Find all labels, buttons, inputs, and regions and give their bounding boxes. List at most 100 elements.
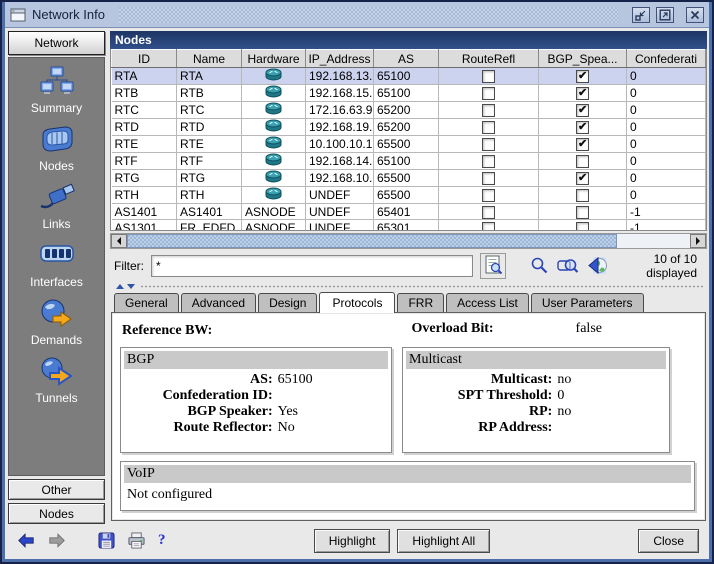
cell-confederation[interactable]: 0 — [627, 119, 706, 136]
cell-name[interactable]: RTA — [177, 68, 242, 85]
back-button[interactable] — [17, 533, 35, 548]
cell-confederation[interactable]: 0 — [627, 170, 706, 187]
sidebar-item-links[interactable]: Links — [9, 182, 104, 233]
filter-input[interactable] — [151, 255, 473, 277]
cell-as[interactable]: 65200 — [374, 102, 439, 119]
split-divider[interactable] — [110, 282, 707, 291]
tab-general[interactable]: General — [114, 293, 179, 312]
checkbox-unchecked-icon[interactable] — [576, 189, 589, 202]
tab-frr[interactable]: FRR — [397, 293, 444, 312]
table-row[interactable]: RTDRTD 192.168.19...652000 — [112, 119, 706, 136]
cell-ip-address[interactable]: UNDEF — [306, 204, 374, 220]
column-header-hardware[interactable]: Hardware — [242, 50, 306, 68]
cell-ip-address[interactable]: 192.168.15... — [306, 85, 374, 102]
cell-confederation[interactable]: -1 — [627, 220, 706, 232]
scroll-left-button[interactable] — [111, 234, 127, 248]
cell-as[interactable]: 65100 — [374, 68, 439, 85]
checkbox-unchecked-icon[interactable] — [482, 155, 495, 168]
cell-hardware[interactable] — [242, 153, 306, 170]
checkbox-unchecked-icon[interactable] — [576, 155, 589, 168]
cell-hardware[interactable]: ASNODE — [242, 204, 306, 220]
checkbox-checked-icon[interactable] — [576, 172, 589, 185]
cell-route-refl[interactable] — [439, 187, 539, 204]
checkbox-checked-icon[interactable] — [576, 104, 589, 117]
cell-route-refl[interactable] — [439, 68, 539, 85]
sidebar-item-tunnels[interactable]: Tunnels — [9, 356, 104, 407]
cell-id[interactable]: RTF — [112, 153, 177, 170]
cell-hardware[interactable] — [242, 102, 306, 119]
column-header-confederation[interactable]: Confederati — [627, 50, 706, 68]
table-row[interactable]: RTGRTG 192.168.10...655000 — [112, 170, 706, 187]
cell-bgp-speaker[interactable] — [539, 170, 627, 187]
cell-name[interactable]: RTC — [177, 102, 242, 119]
cell-name[interactable]: RTD — [177, 119, 242, 136]
nodes-view-button[interactable]: Nodes — [8, 503, 105, 524]
checkbox-unchecked-icon[interactable] — [576, 222, 589, 231]
cell-name[interactable]: RTF — [177, 153, 242, 170]
cell-confederation[interactable]: 0 — [627, 102, 706, 119]
cell-ip-address[interactable]: UNDEF — [306, 187, 374, 204]
cell-hardware[interactable] — [242, 187, 306, 204]
cell-ip-address[interactable]: 172.16.63.9... — [306, 102, 374, 119]
cell-hardware[interactable] — [242, 136, 306, 153]
cell-bgp-speaker[interactable] — [539, 85, 627, 102]
print-button[interactable] — [128, 532, 145, 549]
cell-route-refl[interactable] — [439, 170, 539, 187]
cell-bgp-speaker[interactable] — [539, 68, 627, 85]
cell-confederation[interactable]: 0 — [627, 68, 706, 85]
cell-name[interactable]: RTB — [177, 85, 242, 102]
cell-id[interactable]: RTH — [112, 187, 177, 204]
cell-route-refl[interactable] — [439, 119, 539, 136]
cell-as[interactable]: 65100 — [374, 153, 439, 170]
cell-confederation[interactable]: 0 — [627, 187, 706, 204]
cell-name[interactable]: RTE — [177, 136, 242, 153]
cell-name[interactable]: RTG — [177, 170, 242, 187]
cell-hardware[interactable] — [242, 170, 306, 187]
table-row[interactable]: RTERTE 10.100.10.1655000 — [112, 136, 706, 153]
forward-button[interactable] — [48, 533, 66, 548]
network-button[interactable]: Network — [8, 31, 105, 55]
sidebar-item-interfaces[interactable]: Interfaces — [9, 240, 104, 291]
column-header-ip-address[interactable]: IP_Address — [306, 50, 374, 68]
cell-route-refl[interactable] — [439, 136, 539, 153]
checkbox-unchecked-icon[interactable] — [482, 222, 495, 231]
checkbox-unchecked-icon[interactable] — [482, 87, 495, 100]
cell-as[interactable]: 65200 — [374, 119, 439, 136]
cell-id[interactable]: RTA — [112, 68, 177, 85]
column-header-as[interactable]: AS — [374, 50, 439, 68]
cell-ip-address[interactable]: 192.168.13... — [306, 68, 374, 85]
checkbox-unchecked-icon[interactable] — [482, 172, 495, 185]
close-dialog-button[interactable]: Close — [638, 529, 699, 553]
tab-design[interactable]: Design — [258, 293, 317, 312]
cell-id[interactable]: RTE — [112, 136, 177, 153]
table-row[interactable]: RTCRTC 172.16.63.9...65200 0 — [112, 102, 706, 119]
column-header-id[interactable]: ID — [112, 50, 177, 68]
close-button[interactable] — [686, 7, 704, 23]
shade-button[interactable] — [632, 7, 650, 23]
column-header-bgp-speaker[interactable]: BGP_Spea... — [539, 50, 627, 68]
cell-as[interactable]: 65500 — [374, 170, 439, 187]
sidebar-item-nodes[interactable]: Nodes — [9, 124, 104, 175]
cell-confederation[interactable]: 0 — [627, 153, 706, 170]
cell-ip-address[interactable]: 192.168.19... — [306, 119, 374, 136]
cell-id[interactable]: RTC — [112, 102, 177, 119]
save-button[interactable] — [98, 532, 115, 549]
cell-route-refl[interactable] — [439, 85, 539, 102]
reset-view-button[interactable] — [586, 255, 608, 277]
column-header-name[interactable]: Name — [177, 50, 242, 68]
cell-ip-address[interactable]: 192.168.10... — [306, 170, 374, 187]
titlebar[interactable]: Network Info — [5, 2, 709, 28]
checkbox-checked-icon[interactable] — [576, 87, 589, 100]
column-header-routerefl[interactable]: RouteRefl — [439, 50, 539, 68]
cell-route-refl[interactable] — [439, 220, 539, 232]
cell-as[interactable]: 65301 — [374, 220, 439, 232]
checkbox-unchecked-icon[interactable] — [482, 189, 495, 202]
tab-advanced[interactable]: Advanced — [181, 293, 256, 312]
scroll-right-button[interactable] — [690, 234, 706, 248]
checkbox-checked-icon[interactable] — [576, 70, 589, 83]
cell-as[interactable]: 65401 — [374, 204, 439, 220]
cell-confederation[interactable]: 0 — [627, 85, 706, 102]
cell-confederation[interactable]: -1 — [627, 204, 706, 220]
cell-hardware[interactable] — [242, 85, 306, 102]
table-row[interactable]: AS1301FR_EDFD...ASNODEUNDEF65301-1 — [112, 220, 706, 232]
